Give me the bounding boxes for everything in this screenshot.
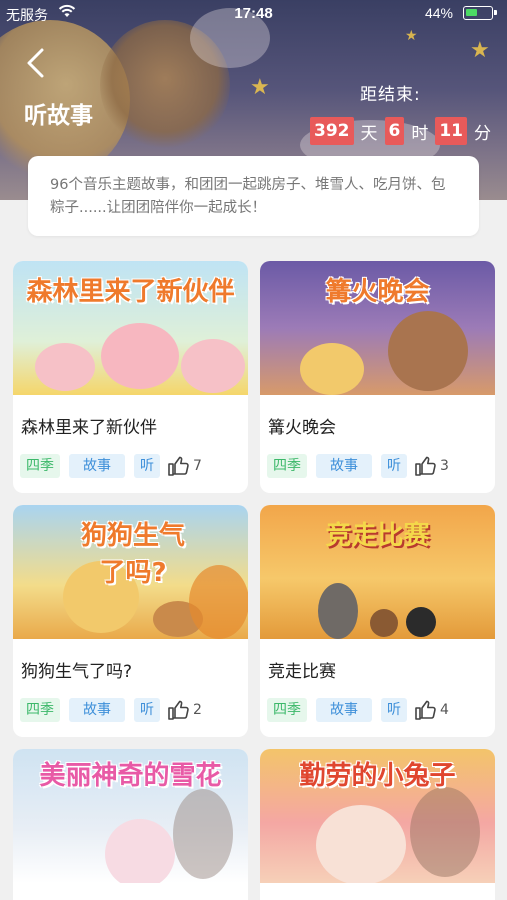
- countdown-minutes: 11: [435, 117, 468, 145]
- countdown-days: 392: [310, 117, 354, 145]
- tag-season: 四季: [267, 454, 307, 478]
- thumbnail-title: 勤劳的小兔子: [299, 761, 456, 791]
- rabbit-illustration: [316, 805, 406, 883]
- countdown-timer: 392 天 6 时 11 分: [310, 116, 491, 146]
- tag-mode: 听: [134, 454, 160, 478]
- countdown-label: 距结束:: [360, 85, 421, 105]
- countdown-days-unit: 天: [360, 123, 378, 144]
- tag-season: 四季: [20, 454, 60, 478]
- page-title: 听故事: [24, 103, 93, 129]
- like-count: 2: [193, 702, 202, 718]
- like-button[interactable]: 4: [414, 698, 449, 722]
- goose-illustration: [318, 583, 358, 639]
- like-count: 7: [193, 458, 202, 474]
- story-thumbnail: 狗狗生气了吗?: [13, 505, 248, 639]
- tag-mode: 听: [381, 454, 407, 478]
- battery-icon: [463, 6, 497, 20]
- tag-type: 故事: [69, 698, 125, 722]
- story-card[interactable]: 美丽神奇的雪花: [13, 749, 248, 900]
- tree-illustration: [189, 565, 248, 639]
- story-card[interactable]: 竞走比赛 竞走比赛 四季 故事 听 4: [260, 505, 495, 737]
- description-card: 96个音乐主题故事，和团团一起跳房子、堆雪人、吃月饼、包粽子......让团团陪…: [28, 156, 479, 236]
- tag-season: 四季: [267, 698, 307, 722]
- like-count: 3: [440, 458, 449, 474]
- story-name: 篝火晚会: [268, 418, 336, 438]
- story-thumbnail: 美丽神奇的雪花: [13, 749, 248, 883]
- tree-illustration: [410, 787, 480, 877]
- story-card[interactable]: 勤劳的小兔子: [260, 749, 495, 900]
- monkey-illustration: [388, 311, 468, 391]
- story-card[interactable]: 森林里来了新伙伴 森林里来了新伙伴 四季 故事 听 7: [13, 261, 248, 493]
- story-tags: 四季 故事 听 2: [20, 698, 202, 722]
- tag-season: 四季: [20, 698, 60, 722]
- star-decoration: ★: [250, 75, 270, 100]
- story-thumbnail: 森林里来了新伙伴: [13, 261, 248, 395]
- bear-illustration: [300, 343, 364, 395]
- like-button[interactable]: 7: [167, 454, 202, 478]
- countdown-hours-unit: 时: [411, 123, 429, 144]
- thumbs-up-icon: [415, 456, 436, 476]
- story-thumbnail: 篝火晚会: [260, 261, 495, 395]
- story-name: 森林里来了新伙伴: [21, 418, 157, 438]
- story-tags: 四季 故事 听 7: [20, 454, 202, 478]
- story-tags: 四季 故事 听 3: [267, 454, 449, 478]
- story-thumbnail: 竞走比赛: [260, 505, 495, 639]
- back-chevron-icon[interactable]: [22, 46, 52, 80]
- story-name: 竞走比赛: [268, 662, 336, 682]
- battery-percent: 44%: [424, 5, 453, 21]
- pig-illustration: [35, 343, 95, 391]
- tree-illustration: [173, 789, 233, 879]
- status-bar: 无服务 17:48 44%: [0, 0, 507, 28]
- story-tags: 四季 故事 听 4: [267, 698, 449, 722]
- thumbnail-title: 美丽神奇的雪花: [39, 761, 222, 791]
- story-card[interactable]: 狗狗生气了吗? 狗狗生气了吗? 四季 故事 听 2: [13, 505, 248, 737]
- tag-type: 故事: [316, 698, 372, 722]
- countdown-hours: 6: [384, 117, 405, 145]
- story-thumbnail: 勤劳的小兔子: [260, 749, 495, 883]
- thumbnail-title: 狗狗生气了吗?: [80, 521, 185, 588]
- thumbnail-title: 森林里来了新伙伴: [26, 277, 235, 307]
- tag-mode: 听: [381, 698, 407, 722]
- squirrel-illustration: [370, 609, 398, 637]
- like-count: 4: [440, 702, 449, 718]
- description-text: 96个音乐主题故事，和团团一起跳房子、堆雪人、吃月饼、包粽子......让团团陪…: [50, 177, 446, 216]
- tag-type: 故事: [69, 454, 125, 478]
- tag-type: 故事: [316, 454, 372, 478]
- star-decoration: ★: [405, 28, 418, 44]
- like-button[interactable]: 3: [414, 454, 449, 478]
- crow-illustration: [406, 607, 436, 637]
- story-name: 狗狗生气了吗?: [21, 662, 133, 682]
- thumbnail-title: 竞走比赛: [325, 521, 430, 551]
- countdown-minutes-unit: 分: [474, 123, 492, 144]
- thumbs-up-icon: [415, 700, 436, 720]
- thumbnail-title: 篝火晚会: [325, 277, 430, 307]
- tag-mode: 听: [134, 698, 160, 722]
- rabbit-illustration: [105, 819, 175, 883]
- like-button[interactable]: 2: [167, 698, 202, 722]
- pig-illustration: [101, 323, 179, 389]
- thumbs-up-icon: [168, 456, 189, 476]
- star-decoration: ★: [470, 38, 490, 63]
- pig-illustration: [181, 339, 245, 393]
- thumbs-up-icon: [168, 700, 189, 720]
- story-card[interactable]: 篝火晚会 篝火晚会 四季 故事 听 3: [260, 261, 495, 493]
